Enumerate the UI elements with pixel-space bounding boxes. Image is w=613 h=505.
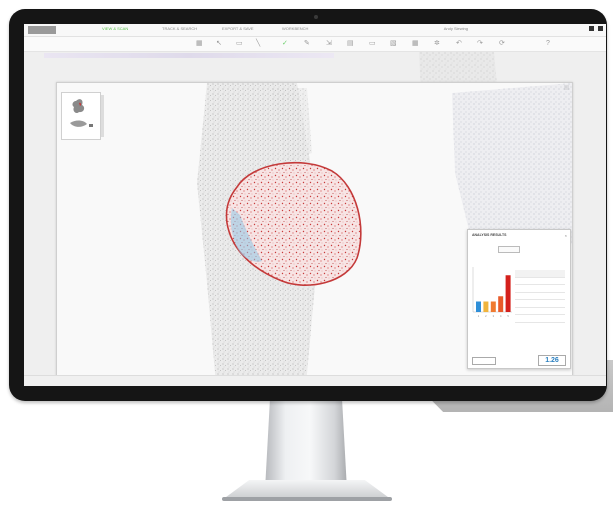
score-value: 1.26 (538, 355, 566, 366)
settings-icon[interactable]: ✲ (434, 40, 440, 48)
slide-viewer-window[interactable]: ◱ ◰ ◲ ◳ ↘ ✛ ◎ ⌫ ▸ ANALYSIS RESULTS × (56, 82, 573, 386)
table-header-cell (540, 270, 565, 277)
status-bar (24, 375, 606, 386)
menu-export-save[interactable]: EXPORT & SAVE (222, 26, 254, 31)
app-logo (28, 26, 56, 34)
table-row (515, 300, 565, 308)
menu-workbench[interactable]: WORKBENCH (282, 26, 308, 31)
grid-icon[interactable]: ▦ (196, 40, 203, 48)
layers-icon[interactable]: ▧ (390, 40, 397, 48)
table-header (515, 270, 565, 278)
histogram-bar (476, 301, 481, 312)
menubar: VIEW & SCAN TRACK & SEARCH EXPORT & SAVE… (24, 24, 606, 37)
menu-view-scan[interactable]: VIEW & SCAN (102, 26, 128, 31)
results-table (515, 270, 565, 323)
undo-icon[interactable]: ↶ (456, 40, 462, 48)
camera-icon (314, 15, 318, 19)
zoom-slider[interactable] (101, 95, 104, 137)
help-icon[interactable]: ? (546, 40, 550, 48)
chat-icon[interactable]: ▭ (369, 40, 376, 48)
panel-footer-button[interactable] (472, 357, 496, 365)
monitor-stand-neck (265, 400, 347, 490)
histogram-tick-label: 2 (485, 314, 487, 318)
analysis-results-panel[interactable]: ANALYSIS RESULTS × 1 2 3 4 5 1.26 (467, 229, 571, 369)
panel-title: ANALYSIS RESULTS (472, 233, 507, 237)
panel-select[interactable] (498, 246, 520, 253)
histogram-tick-label: 1 (478, 314, 480, 318)
redo-icon[interactable]: ↷ (477, 40, 483, 48)
table-row (515, 308, 565, 315)
refresh-icon[interactable]: ⟳ (499, 40, 505, 48)
brush-icon[interactable]: ✓ (282, 40, 288, 48)
screen: VIEW & SCAN TRACK & SEARCH EXPORT & SAVE… (24, 24, 606, 386)
close-icon[interactable] (598, 26, 603, 31)
table-header-cell (515, 270, 540, 277)
table-row (515, 278, 565, 285)
table-row (515, 293, 565, 300)
panel-close-icon[interactable]: × (565, 233, 567, 238)
minimize-icon[interactable] (589, 26, 594, 31)
table-row (515, 285, 565, 293)
line-icon[interactable]: ╲ (256, 40, 260, 48)
histogram-bar (490, 301, 496, 312)
pen-icon[interactable]: ✎ (304, 40, 310, 48)
histogram-tick-label: 4 (500, 314, 502, 318)
histogram-tick-label: 5 (507, 314, 509, 318)
grid-icon[interactable]: ▦ (412, 40, 419, 48)
cursor-icon[interactable]: ↖ (216, 40, 222, 48)
minimap[interactable] (61, 92, 101, 140)
ruler-icon[interactable]: ▭ (236, 40, 243, 48)
menu-track-search[interactable]: TRACK & SEARCH (162, 26, 197, 31)
monitor-stand-base-edge (222, 497, 392, 501)
arrow-icon[interactable]: ⇲ (326, 40, 332, 48)
histogram-bar (483, 301, 489, 312)
toolbar: ▦ ↖ ▭ ╲ ✓ ✎ ⇲ ▤ ▭ ▧ ▦ ✲ ↶ ↷ ⟳ ? (24, 37, 606, 52)
text-icon[interactable]: ▤ (347, 40, 354, 48)
histogram-chart: 1 2 3 4 5 (472, 267, 512, 318)
histogram-bar (498, 296, 504, 312)
workspace: ◱ ◰ ◲ ◳ ↘ ✛ ◎ ⌫ ▸ ANALYSIS RESULTS × (24, 52, 606, 386)
user-name[interactable]: Andy Siewing (444, 26, 468, 31)
table-row (515, 315, 565, 323)
histogram-tick-label: 3 (493, 314, 495, 318)
histogram-bar (505, 275, 511, 312)
